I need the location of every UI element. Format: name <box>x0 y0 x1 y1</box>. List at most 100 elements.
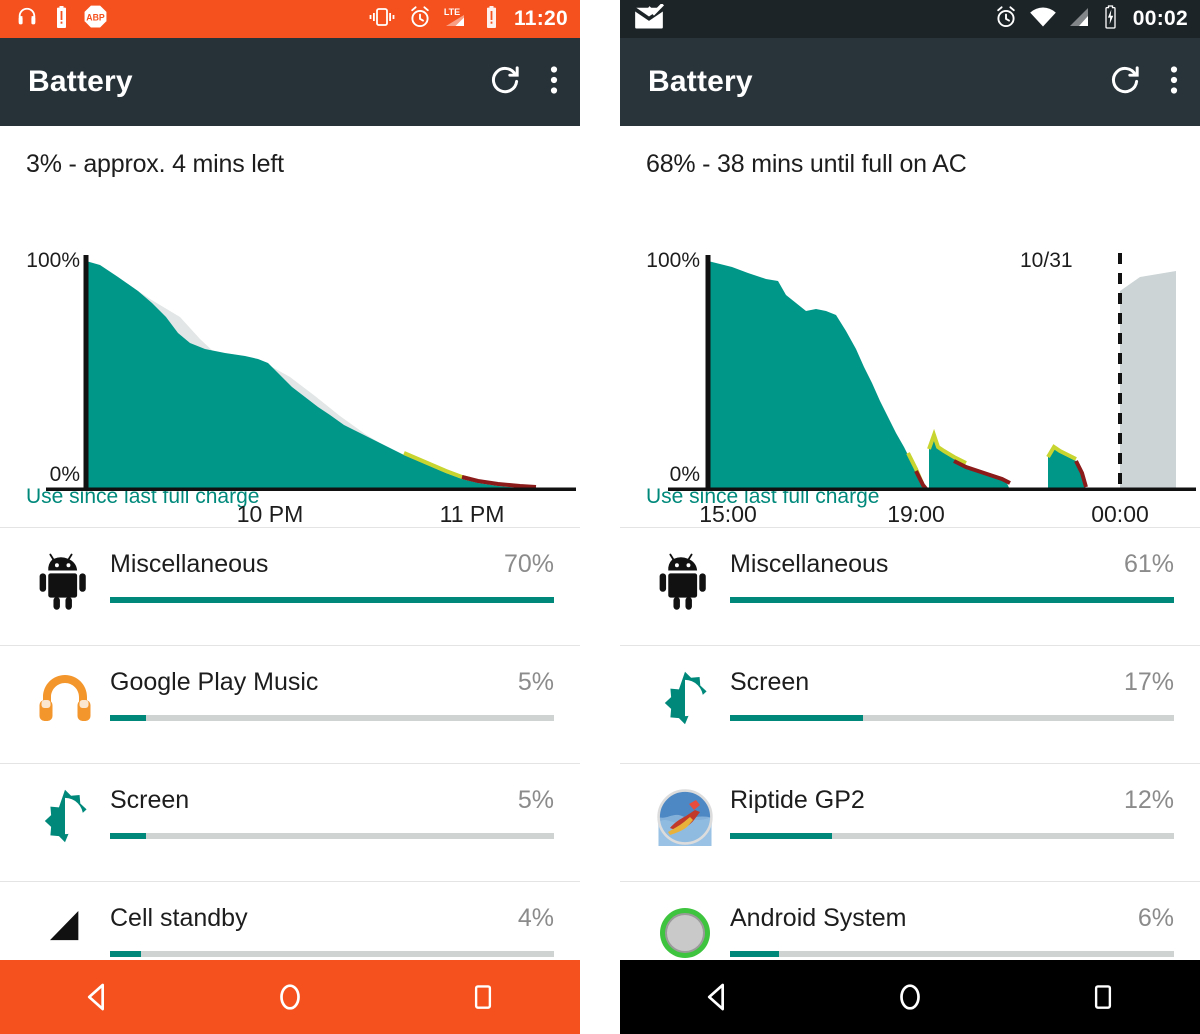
usage-progress-track <box>730 833 1174 839</box>
usage-row-google-play-music[interactable]: Google Play Music 5% <box>0 646 580 763</box>
usage-row-title: Screen 5% <box>110 786 554 815</box>
chart-plot-area-right <box>668 253 1196 491</box>
usage-row-body: Cell standby 4% <box>104 904 554 957</box>
usage-percent: 4% <box>517 904 554 932</box>
app-bar-actions <box>1108 63 1178 102</box>
refresh-icon[interactable] <box>488 63 522 102</box>
screenshot-gutter <box>580 0 620 1034</box>
battery-alert-icon <box>54 5 69 34</box>
refresh-icon[interactable] <box>1108 63 1142 102</box>
battery-summary: 3% - approx. 4 mins left <box>26 150 284 178</box>
status-bar-clock: 11:20 <box>513 7 568 30</box>
x-axis-tick-2: 11 PM <box>439 501 505 527</box>
usage-progress-fill <box>730 715 864 721</box>
status-bar-clock: 00:02 <box>1132 7 1188 30</box>
android-system-icon <box>646 904 724 960</box>
navigation-bar-left <box>0 960 580 1034</box>
battery-content-right: 68% - 38 mins until full on AC 100% 0% 1… <box>620 126 1200 999</box>
usage-percent: 6% <box>1137 904 1174 932</box>
battery-alert-icon <box>484 5 499 34</box>
recents-icon[interactable] <box>1058 980 1148 1014</box>
usage-app-name: Miscellaneous <box>730 550 889 578</box>
usage-row-screen[interactable]: Screen 17% <box>620 646 1200 763</box>
usage-progress-fill <box>110 951 142 957</box>
battery-history-chart-right: 100% 0% 10/31 15:00 19:00 00:00 <box>620 191 1200 527</box>
usage-app-name: Cell standby <box>110 904 248 932</box>
riptide-gp2-icon <box>646 786 724 846</box>
usage-progress-track <box>110 951 554 957</box>
usage-row-body: Android System 6% <box>724 904 1174 957</box>
google-play-music-icon <box>26 668 104 726</box>
y-axis-tick-bottom: 0% <box>669 463 700 486</box>
battery-charging-icon <box>1103 4 1118 34</box>
android-robot-icon <box>26 550 104 612</box>
page-title: Battery <box>648 65 753 98</box>
alarm-icon <box>408 5 432 34</box>
usage-progress-fill <box>730 951 779 957</box>
usage-progress-fill <box>110 597 554 603</box>
usage-row-riptide-gp2[interactable]: Riptide GP2 12% <box>620 764 1200 881</box>
battery-content-left: 3% - approx. 4 mins left 100% 0% 10 PM 1… <box>0 126 580 999</box>
app-bar-left: Battery <box>0 38 580 126</box>
usage-progress-track <box>110 833 554 839</box>
chart-area-battery-level-1 <box>708 261 926 490</box>
usage-row-body: Miscellaneous 70% <box>104 550 554 603</box>
back-icon[interactable] <box>52 980 142 1014</box>
status-bar-left-icons: ABP <box>14 4 108 34</box>
usage-percent: 17% <box>1123 668 1174 696</box>
alarm-icon <box>994 5 1018 34</box>
usage-progress-track <box>730 951 1174 957</box>
usage-percent: 5% <box>517 668 554 696</box>
usage-row-body: Riptide GP2 12% <box>724 786 1174 839</box>
usage-row-body: Screen 5% <box>104 786 554 839</box>
overflow-menu-icon[interactable] <box>550 63 558 102</box>
cell-signal-icon <box>26 904 104 946</box>
phone-screen-left: ABP LTE 11:20 Battery 3% - approx. 4 min… <box>0 0 580 1034</box>
usage-app-name: Riptide GP2 <box>730 786 865 814</box>
usage-row-body: Miscellaneous 61% <box>724 550 1174 603</box>
usage-row-screen[interactable]: Screen 5% <box>0 764 580 881</box>
usage-row-body: Screen 17% <box>724 668 1174 721</box>
usage-app-name: Screen <box>110 786 190 814</box>
usage-progress-fill <box>110 833 146 839</box>
wifi-icon <box>1029 6 1057 33</box>
usage-progress-fill <box>730 833 833 839</box>
battery-history-chart-left: 100% 0% 10 PM 11 PM <box>0 191 580 527</box>
usage-app-name: Google Play Music <box>110 668 319 696</box>
chart-area-charging-projection <box>1120 271 1176 490</box>
usage-row-title: Screen 17% <box>730 668 1174 697</box>
status-bar-right: 00:02 <box>620 0 1200 38</box>
usage-row-title: Riptide GP2 12% <box>730 786 1174 815</box>
usage-row-miscellaneous[interactable]: Miscellaneous 70% <box>0 528 580 645</box>
usage-row-title: Android System 6% <box>730 904 1174 933</box>
chart-area-battery-level-2 <box>929 437 1010 490</box>
usage-progress-track <box>110 597 554 603</box>
x-axis-tick-1: 10 PM <box>236 501 304 527</box>
usage-progress-track <box>730 715 1174 721</box>
lte-signal-icon: LTE <box>443 5 473 34</box>
chart-date-marker-label: 10/31 <box>1020 249 1073 272</box>
recents-icon[interactable] <box>438 980 528 1014</box>
svg-text:LTE: LTE <box>444 7 460 17</box>
usage-progress-fill <box>730 597 1174 603</box>
home-icon[interactable] <box>865 980 955 1014</box>
home-icon[interactable] <box>245 980 335 1014</box>
y-axis-tick-top: 100% <box>646 249 700 272</box>
overflow-menu-icon[interactable] <box>1170 63 1178 102</box>
status-bar-left-icons-right-phone <box>634 2 664 35</box>
phone-screen-right: 00:02 Battery 68% - 38 mins until full o… <box>620 0 1200 1034</box>
usage-app-name: Android System <box>730 904 907 932</box>
screen-brightness-icon <box>646 668 724 726</box>
y-axis-tick-bottom: 0% <box>49 463 80 486</box>
usage-percent: 5% <box>517 786 554 814</box>
email-icon <box>634 2 664 35</box>
usage-percent: 70% <box>503 550 554 578</box>
usage-progress-fill <box>110 715 146 721</box>
chart-plot-area-left <box>46 255 576 491</box>
back-icon[interactable] <box>672 980 762 1014</box>
screen-brightness-icon <box>26 786 104 844</box>
x-axis-tick-1: 15:00 <box>699 501 757 527</box>
android-robot-icon <box>646 550 724 612</box>
usage-row-miscellaneous[interactable]: Miscellaneous 61% <box>620 528 1200 645</box>
screenshot-root: ABP LTE 11:20 Battery 3% - approx. 4 min… <box>0 0 1200 1034</box>
